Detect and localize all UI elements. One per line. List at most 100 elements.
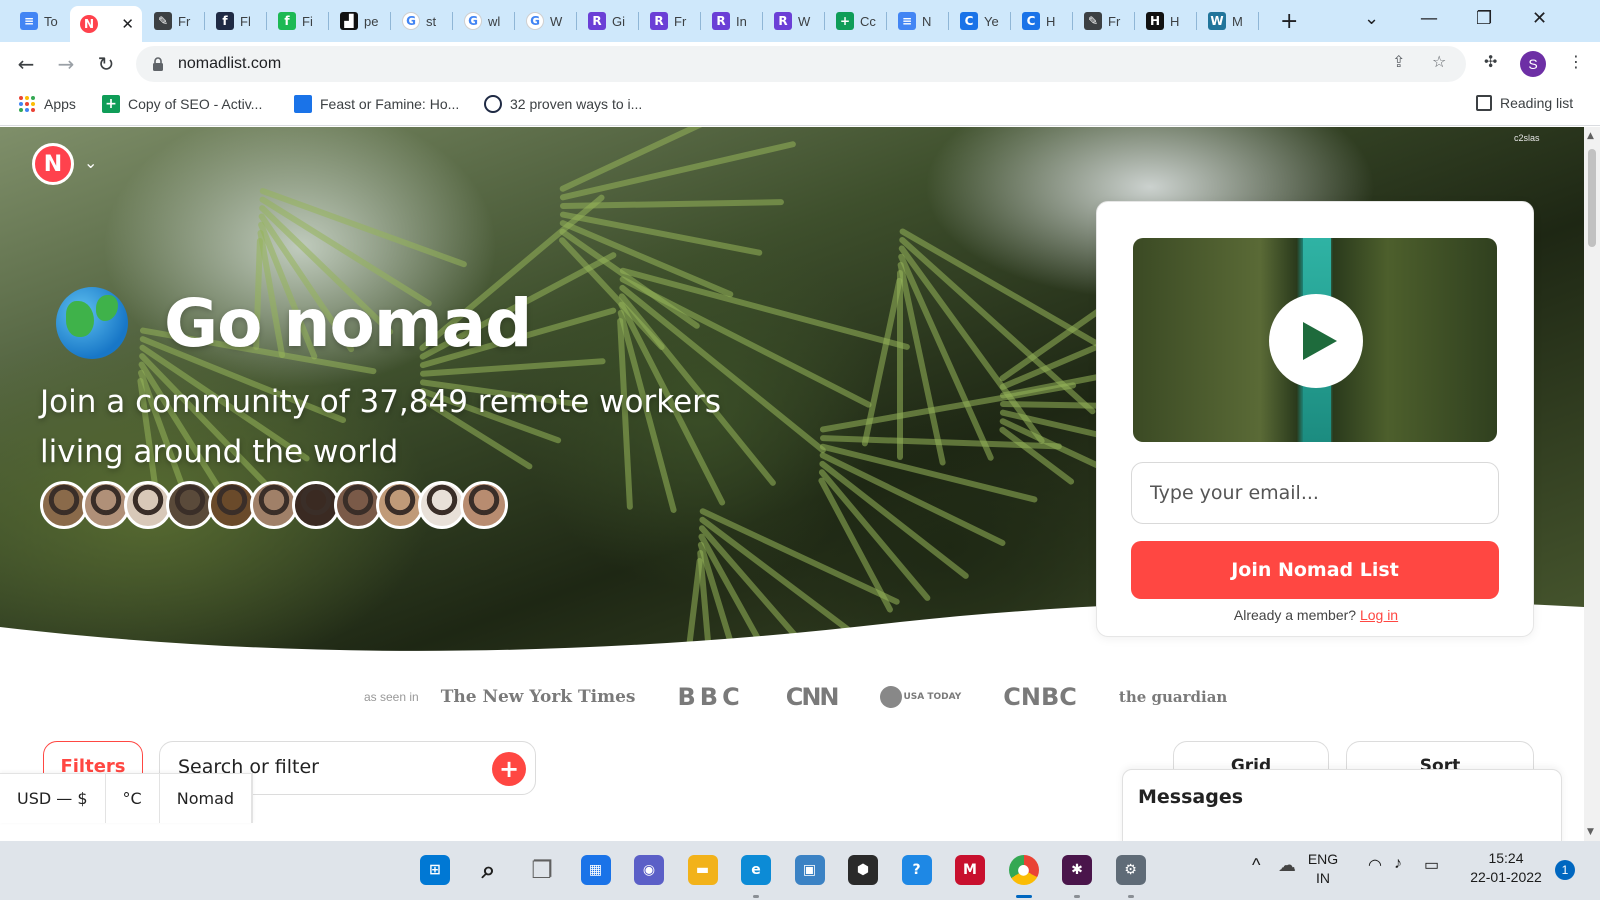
member-avatar[interactable] — [40, 481, 88, 529]
member-avatar[interactable] — [376, 481, 424, 529]
reload-icon[interactable]: ↻ — [92, 50, 120, 78]
browser-tab[interactable]: ≡ To — [10, 6, 68, 36]
teams-chat-icon[interactable]: ◉ — [634, 855, 664, 885]
member-avatar[interactable] — [166, 481, 214, 529]
bookmark-seo-sheet[interactable]: + Copy of SEO - Activ... — [102, 95, 262, 113]
add-filter-icon[interactable]: + — [492, 752, 526, 786]
cnn-logo: CNN — [785, 683, 840, 711]
browser-tab[interactable]: WM — [1198, 6, 1258, 36]
email-field[interactable] — [1131, 462, 1499, 524]
browser-tab[interactable]: f Fi — [268, 6, 328, 36]
browser-tab[interactable]: + Cc — [826, 6, 886, 36]
chevron-up-icon[interactable]: ^ — [1252, 855, 1260, 876]
windows-start-icon[interactable]: ⊞ — [420, 855, 450, 885]
browser-tab[interactable]: Gwl — [454, 6, 514, 36]
member-avatar[interactable] — [418, 481, 466, 529]
back-icon[interactable]: ← — [12, 50, 40, 78]
scroll-up-icon[interactable]: ▲ — [1587, 131, 1594, 141]
store-icon[interactable]: ▣ — [794, 855, 825, 885]
browser-tab[interactable]: C Ye — [950, 6, 1010, 36]
settings-icon[interactable]: ⚙ — [1115, 855, 1146, 885]
tab-separator — [328, 12, 329, 30]
clock-date[interactable]: 22-01-2022 — [1458, 869, 1554, 885]
help-icon[interactable]: ? — [901, 855, 932, 885]
browser-tab[interactable]: HH — [1136, 6, 1196, 36]
menu-icon[interactable]: ⋮ — [1568, 52, 1584, 71]
member-avatar[interactable] — [292, 481, 340, 529]
chrome-icon[interactable]: ● — [1008, 855, 1039, 885]
browser-tab[interactable]: RW — [764, 6, 824, 36]
forward-icon[interactable]: → — [52, 50, 80, 78]
member-avatar[interactable] — [208, 481, 256, 529]
close-window-icon[interactable]: ✕ — [1532, 8, 1547, 29]
member-avatar[interactable] — [460, 481, 508, 529]
page-scrollbar[interactable]: ▲ ▼ — [1584, 127, 1600, 841]
profile-avatar[interactable]: S — [1520, 51, 1546, 77]
task-view-icon[interactable]: ❐ — [527, 855, 557, 885]
edge-icon[interactable]: e — [741, 855, 771, 885]
clock-time[interactable]: 15:24 — [1466, 850, 1546, 866]
figure-icon — [294, 95, 312, 113]
play-icon[interactable] — [1269, 294, 1363, 388]
language-indicator[interactable]: ENG — [1303, 851, 1343, 867]
scroll-down-icon[interactable]: ▼ — [1587, 827, 1594, 837]
wifi-icon[interactable]: ◠ — [1368, 855, 1382, 875]
currency-toggle[interactable]: USD — $ — [0, 774, 106, 823]
browser-tab[interactable]: Gst — [392, 6, 452, 36]
browser-tab[interactable]: CH — [1012, 6, 1072, 36]
tab-search-icon[interactable]: ⌄ — [1364, 8, 1379, 29]
nomadlist-logo[interactable]: N — [32, 143, 74, 185]
browser-tab[interactable]: GW — [516, 6, 576, 36]
region-indicator[interactable]: IN — [1303, 870, 1343, 886]
browser-tab[interactable]: R Fr — [640, 6, 700, 36]
extensions-icon[interactable]: ✣ — [1484, 52, 1497, 71]
messages-panel[interactable]: Messages — [1122, 769, 1562, 841]
address-bar[interactable]: nomadlist.com — [136, 46, 1466, 82]
temperature-toggle[interactable]: °C — [106, 774, 160, 823]
browser-tab[interactable]: ✎ Fr — [1074, 6, 1134, 36]
share-icon[interactable]: ⇪ — [1392, 52, 1405, 71]
notification-badge[interactable]: 1 — [1555, 860, 1575, 880]
member-avatar[interactable] — [82, 481, 130, 529]
browser-tab[interactable]: R Gi — [578, 6, 638, 36]
onedrive-cloud-icon[interactable]: ☁ — [1278, 855, 1296, 876]
browser-tab[interactable]: R In — [702, 6, 762, 36]
mode-toggle[interactable]: Nomad — [160, 774, 253, 823]
tab-title: pe — [364, 13, 379, 29]
slack-icon[interactable]: ✱ — [1062, 855, 1092, 885]
volume-icon[interactable]: ♪ — [1394, 855, 1402, 873]
tab-separator — [824, 12, 825, 30]
nytimes-logo: The New York Times — [440, 687, 636, 707]
member-avatar[interactable] — [124, 481, 172, 529]
bookmark-32-proven-ways[interactable]: 32 proven ways to i... — [484, 95, 642, 113]
tab-separator — [204, 12, 205, 30]
battery-icon[interactable]: ▭ — [1424, 855, 1439, 875]
reading-list-button[interactable]: Reading list — [1476, 95, 1573, 111]
file-explorer-icon[interactable]: ▬ — [687, 855, 718, 885]
new-tab-button[interactable]: + — [1280, 9, 1298, 34]
member-avatar[interactable] — [250, 481, 298, 529]
intro-video[interactable] — [1133, 238, 1497, 442]
browser-tab[interactable]: N ✕ — [70, 6, 142, 42]
close-tab-icon[interactable]: ✕ — [121, 15, 134, 33]
browser-tab[interactable]: f Fl — [206, 6, 266, 36]
chevron-down-icon[interactable]: ⌄ — [84, 153, 97, 172]
app-icon[interactable]: ⬢ — [848, 855, 878, 885]
minimize-icon[interactable]: — — [1420, 8, 1438, 29]
browser-tab[interactable]: ▟ pe — [330, 6, 390, 36]
url-text[interactable]: nomadlist.com — [178, 55, 281, 73]
browser-tab[interactable]: ≡ N — [888, 6, 948, 36]
bookmark-star-icon[interactable]: ☆ — [1432, 52, 1446, 71]
widgets-icon[interactable]: ▦ — [580, 855, 611, 885]
member-avatar[interactable] — [334, 481, 382, 529]
restore-icon[interactable]: ❐ — [1476, 8, 1492, 29]
login-link[interactable]: Log in — [1360, 607, 1398, 623]
join-nomad-list-button[interactable]: Join Nomad List — [1131, 541, 1499, 599]
tab-title: Fi — [302, 13, 313, 29]
bookmark-apps[interactable]: Apps — [18, 95, 76, 113]
bookmark-feast-or-famine[interactable]: Feast or Famine: Ho... — [294, 95, 459, 113]
browser-tab[interactable]: ✎ Fr — [144, 6, 204, 36]
search-icon[interactable]: ⌕ — [474, 855, 504, 885]
scrollbar-thumb[interactable] — [1588, 149, 1596, 247]
mcafee-icon[interactable]: M — [955, 855, 985, 885]
